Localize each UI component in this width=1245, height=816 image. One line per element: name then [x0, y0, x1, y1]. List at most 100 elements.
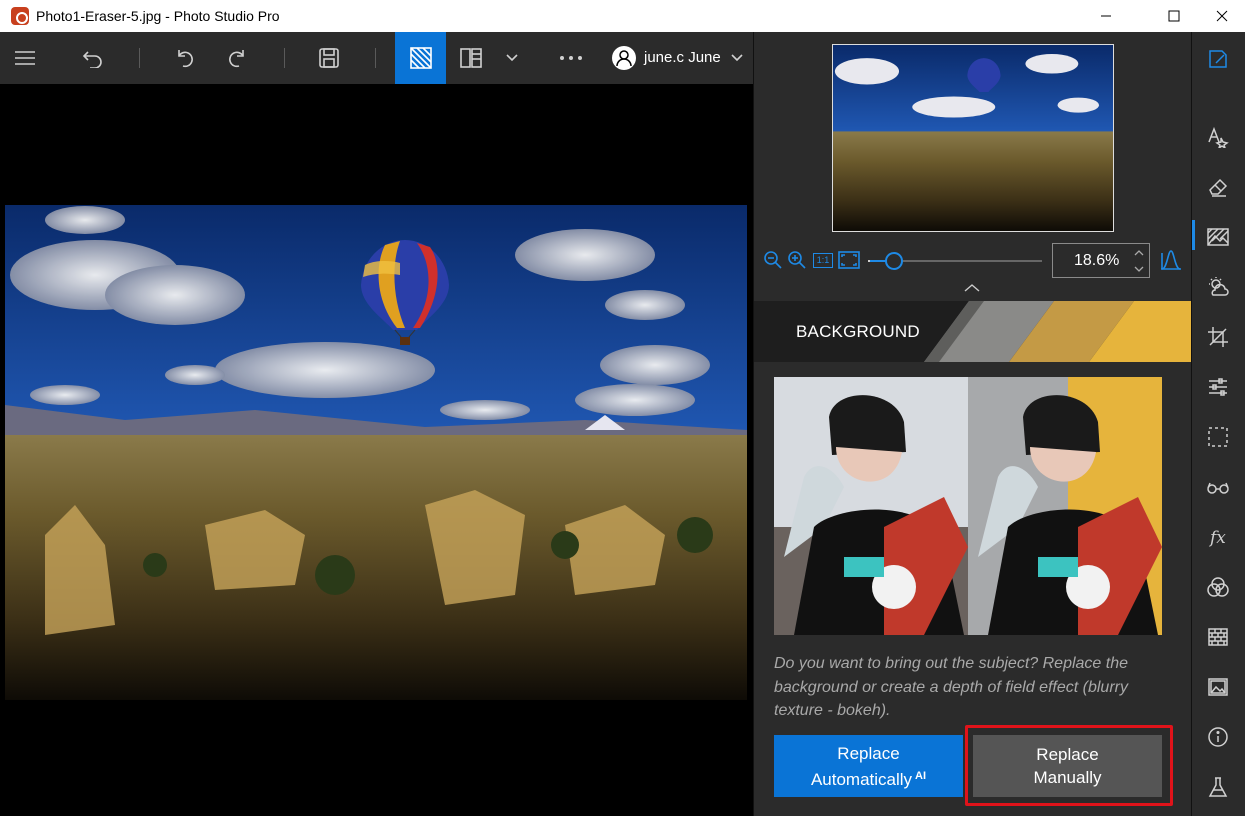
tool-crop[interactable]: [1205, 324, 1231, 350]
save-icon: [319, 48, 339, 68]
actual-size-button[interactable]: 1:1: [812, 249, 834, 271]
close-window-button[interactable]: [1199, 0, 1245, 32]
zoom-slider-handle[interactable]: [885, 252, 904, 270]
app-logo-icon: [11, 7, 29, 25]
tool-edit[interactable]: [1205, 46, 1231, 72]
view-compare-icon: [460, 48, 482, 68]
navigator-thumbnail[interactable]: [832, 44, 1114, 232]
tool-weather[interactable]: [1205, 274, 1231, 300]
histogram-button[interactable]: [1158, 249, 1184, 271]
tool-adjust[interactable]: [1205, 374, 1231, 400]
tool-eraser[interactable]: [1205, 174, 1231, 200]
replace-manual-line2: Manually: [1033, 768, 1102, 787]
tool-texture[interactable]: [1205, 624, 1231, 650]
tool-background[interactable]: [1205, 224, 1231, 250]
eraser-icon: [1209, 178, 1228, 197]
background-icon: [1207, 228, 1229, 246]
lab-icon: [1208, 777, 1228, 797]
image-canvas[interactable]: [0, 84, 753, 816]
user-menu-dropdown[interactable]: [724, 32, 750, 84]
zoom-in-icon: [788, 251, 806, 269]
histogram-icon: [1161, 250, 1181, 270]
user-name[interactable]: june.c June: [644, 49, 721, 66]
save-button[interactable]: [308, 32, 350, 84]
replace-automatically-button[interactable]: Replace Automatically AI: [774, 735, 963, 797]
title-bar: Photo1-Eraser-5.jpg - Photo Studio Pro: [0, 0, 1245, 32]
view-options-dropdown[interactable]: [498, 32, 526, 84]
more-icon: [560, 56, 582, 60]
user-icon: [616, 50, 632, 67]
zoom-out-icon: [764, 251, 782, 269]
menu-button[interactable]: [4, 32, 46, 84]
replace-auto-line2: Automatically: [810, 769, 913, 789]
zoom-value-input[interactable]: 18.6%: [1052, 243, 1150, 278]
window-title: Photo1-Eraser-5.jpg - Photo Studio Pro: [36, 8, 280, 24]
glasses-icon: [1207, 482, 1229, 494]
replace-auto-line1: Replace: [837, 743, 900, 763]
active-tool-indicator: [1192, 220, 1195, 250]
more-options-button[interactable]: [551, 32, 591, 84]
thumbnail-image: [833, 45, 1113, 231]
preview-image: [774, 377, 1162, 635]
tool-text-effects[interactable]: [1205, 124, 1231, 150]
toolbar-divider: [139, 48, 140, 68]
tool-lab[interactable]: [1205, 774, 1231, 800]
zoom-value: 18.6%: [1074, 251, 1120, 269]
crop-icon: [1208, 327, 1228, 347]
actual-size-icon: 1:1: [813, 252, 833, 268]
zoom-in-button[interactable]: [786, 249, 808, 271]
replace-manual-line1: Replace: [1036, 745, 1099, 764]
maximize-icon: [1168, 10, 1180, 22]
view-compare-button[interactable]: [450, 32, 492, 84]
replace-manually-button[interactable]: Replace Manually: [973, 735, 1162, 797]
main-toolbar: june.c June: [0, 32, 753, 84]
maximize-button[interactable]: [1151, 0, 1197, 32]
menu-icon: [15, 51, 35, 65]
undo-button[interactable]: [164, 32, 206, 84]
view-single-button[interactable]: [395, 32, 446, 84]
tools-sidebar: fx: [1191, 32, 1245, 816]
text-effects-icon: [1208, 126, 1229, 148]
fx-icon: fx: [1208, 528, 1226, 548]
edit-icon: [1209, 50, 1227, 68]
close-icon: [1216, 10, 1228, 22]
avatar[interactable]: [612, 46, 636, 70]
before-after-preview: [774, 377, 1162, 635]
info-icon: [1208, 727, 1228, 747]
redo-icon: [229, 50, 244, 68]
zoom-controls: 1:1 18.6%: [754, 243, 1192, 279]
chevron-down-icon: [731, 54, 743, 62]
landscape-photo: [5, 205, 747, 700]
weather-icon: [1209, 277, 1229, 296]
ai-badge: AI: [915, 769, 927, 782]
properties-panel: 1:1 18.6% BACKGROUND Do you want to brin…: [753, 32, 1192, 816]
tool-image[interactable]: [1205, 674, 1231, 700]
redo-button[interactable]: [216, 32, 258, 84]
tool-glasses[interactable]: [1205, 474, 1231, 500]
tool-fx[interactable]: fx: [1205, 524, 1231, 550]
undo-all-button[interactable]: [72, 32, 114, 84]
background-section-header: BACKGROUND: [754, 301, 1192, 362]
chevron-up-icon[interactable]: [964, 283, 980, 293]
undo-step-icon: [178, 50, 193, 68]
selection-icon: [1208, 427, 1228, 447]
photo-image[interactable]: [5, 205, 747, 700]
toolbar-divider: [284, 48, 285, 68]
tool-info[interactable]: [1205, 724, 1231, 750]
tool-selection[interactable]: [1205, 424, 1231, 450]
blend-icon: [1207, 577, 1229, 597]
spinner-icon[interactable]: [1133, 246, 1145, 276]
view-single-icon: [409, 47, 432, 69]
section-description: Do you want to bring out the subject? Re…: [774, 655, 1128, 719]
section-title: BACKGROUND: [796, 322, 920, 341]
image-icon: [1208, 678, 1228, 696]
toolbar-divider: [375, 48, 376, 68]
texture-icon: [1208, 628, 1228, 646]
svg-text:fx: fx: [1208, 528, 1226, 548]
minimize-button[interactable]: [1083, 0, 1129, 32]
zoom-out-button[interactable]: [762, 249, 784, 271]
minimize-icon: [1101, 15, 1111, 17]
fit-to-screen-button[interactable]: [838, 249, 860, 271]
chevron-down-icon: [506, 54, 518, 62]
tool-blend[interactable]: [1205, 574, 1231, 600]
